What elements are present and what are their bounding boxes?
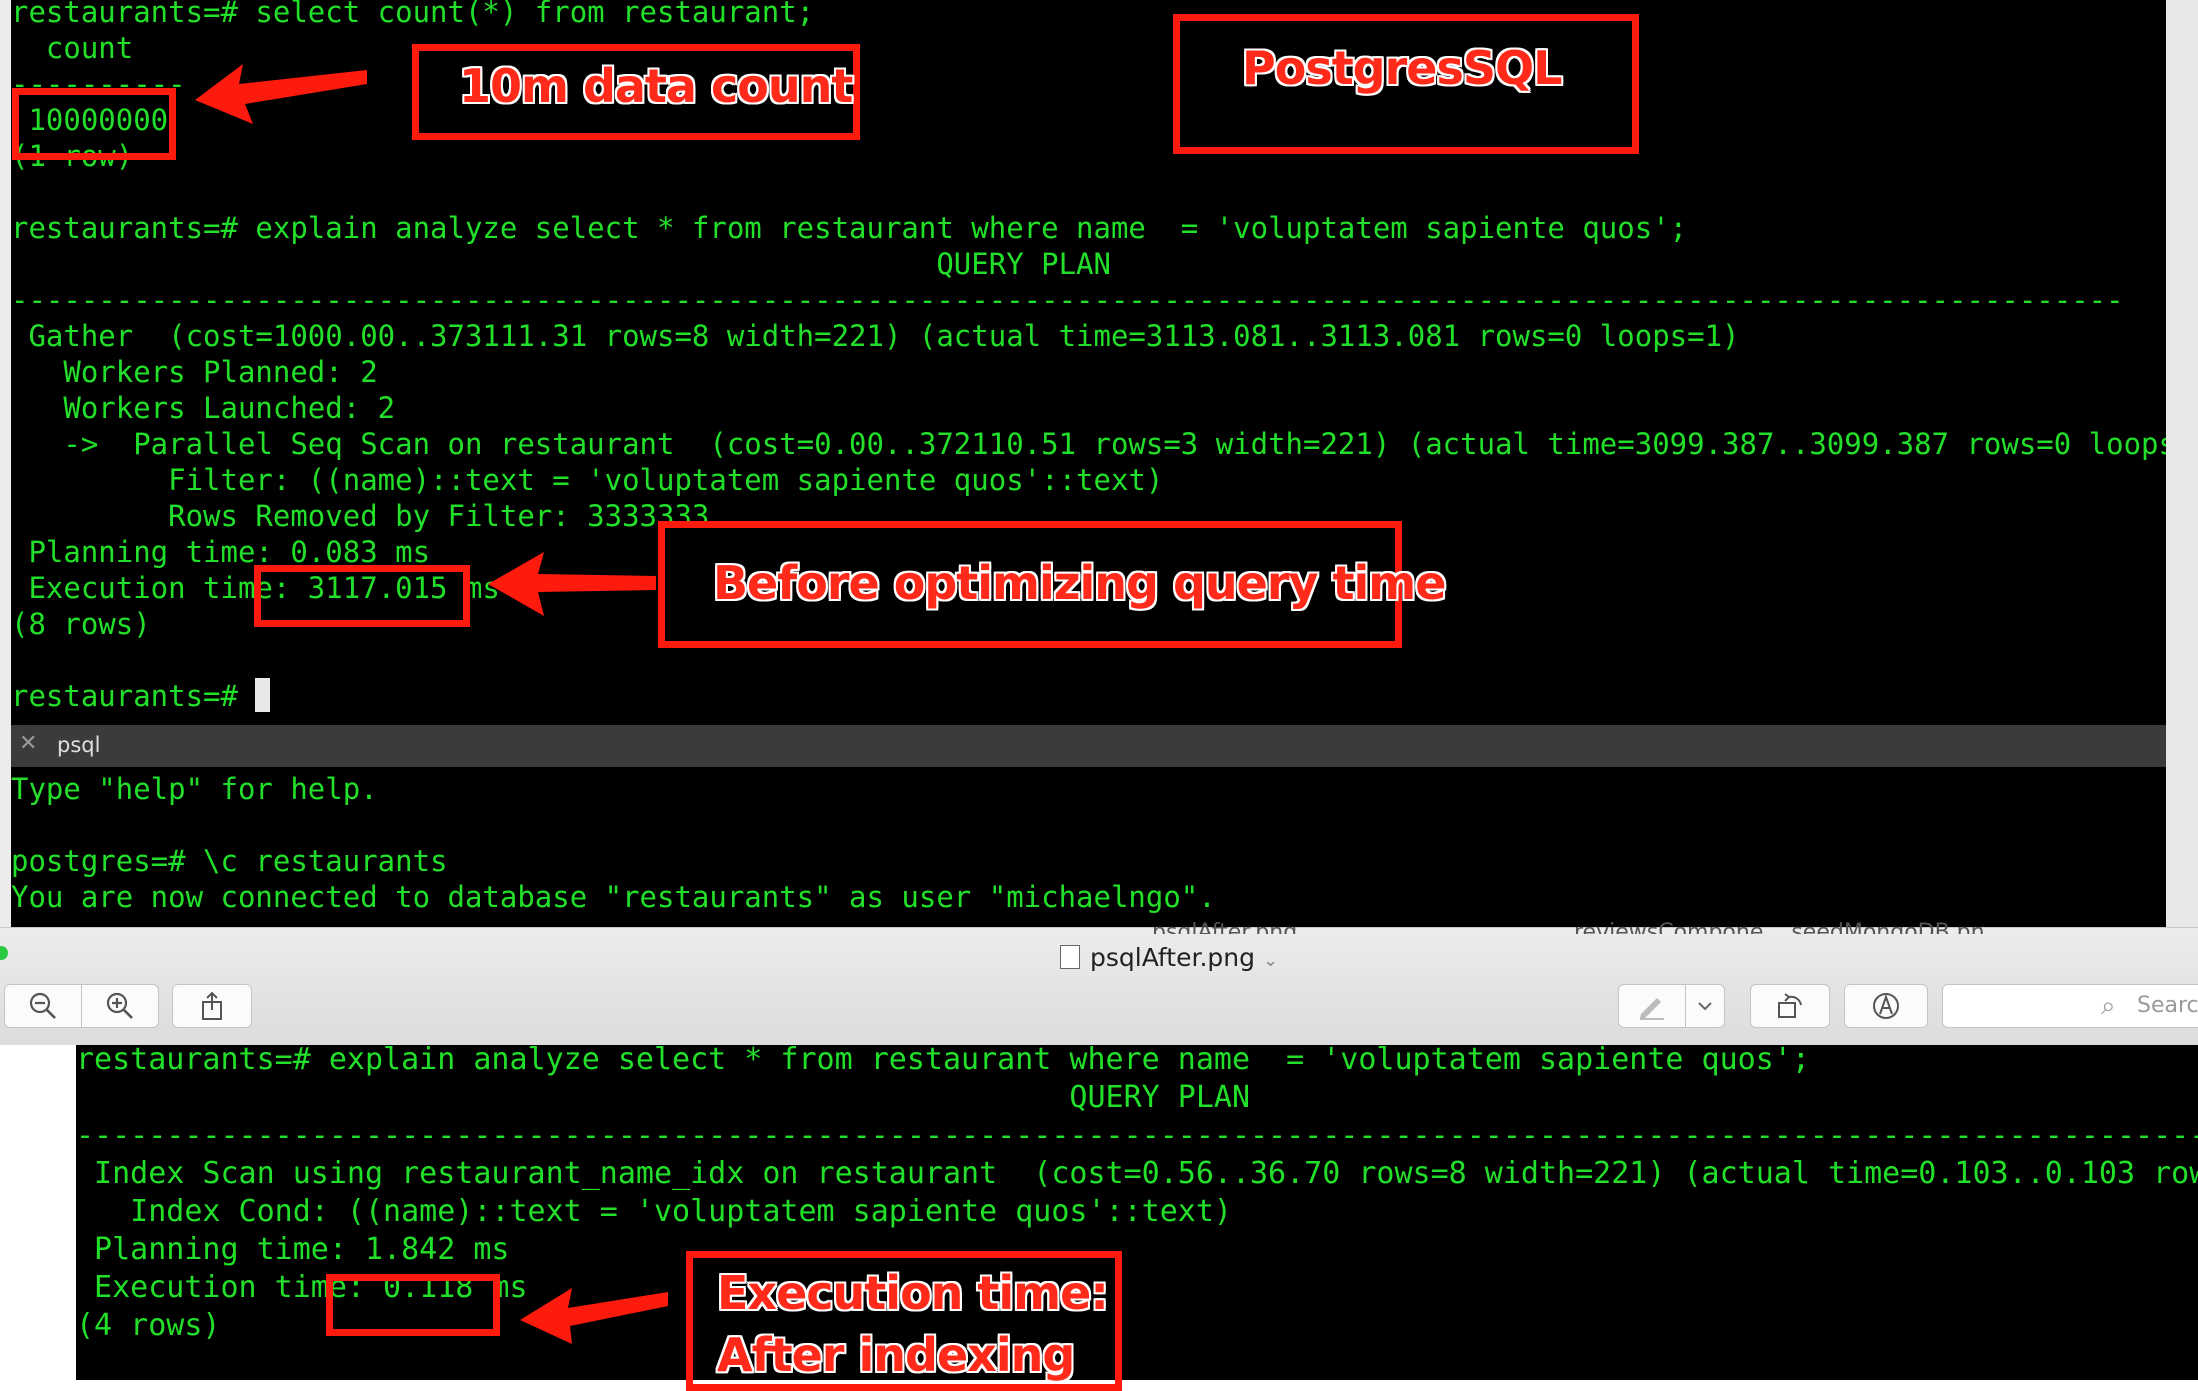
background-tab[interactable]: reviewsCompone... seedMongoDB.pn... silv… <box>1574 920 2198 934</box>
highlight-execution-after <box>326 1274 500 1336</box>
markup-menu-button[interactable] <box>1685 984 1725 1028</box>
terminal-line: (8 rows) <box>11 607 151 641</box>
window-edge-left <box>0 0 11 927</box>
terminal-line: Filter: ((name)::text = 'voluptatem sapi… <box>11 463 1164 497</box>
preview-window-titlebar: psqlAfter.png reviewsCompone... seedMong… <box>0 920 2198 1046</box>
window-title-text: psqlAfter.png <box>1090 943 1255 972</box>
window-zoom-button[interactable] <box>0 946 8 960</box>
annotation-box-data-count: 10m data count <box>412 44 860 140</box>
arrow-icon <box>520 1288 668 1344</box>
terminal-line: -> Parallel Seq Scan on restaurant (cost… <box>11 427 2166 461</box>
zoom-out-button[interactable] <box>4 984 82 1028</box>
highlight-count-value <box>12 88 176 160</box>
zoom-in-icon <box>106 992 133 1019</box>
terminal-line: Rows Removed by Filter: 3333333 <box>11 499 710 533</box>
annotation-data-count: 10m data count <box>459 59 853 113</box>
annotation-box-after: Execution time: After indexing <box>686 1251 1122 1391</box>
image-line: ----------------------------------------… <box>76 1118 2198 1153</box>
arrow-icon <box>488 552 656 616</box>
zoom-out-icon <box>29 992 56 1019</box>
arrow-icon <box>195 64 367 124</box>
chevron-down-icon: ⌄ <box>1262 950 1279 971</box>
image-line: Index Scan using restaurant_name_idx on … <box>76 1156 2198 1191</box>
terminal-line: Type "help" for help. <box>11 772 378 806</box>
terminal-line: count <box>11 31 134 65</box>
annotation-before: Before optimizing query time <box>713 556 1446 610</box>
image-line: (4 rows) <box>76 1308 221 1343</box>
chevron-down-icon <box>1698 1002 1712 1011</box>
tab-psql[interactable]: psql <box>57 733 100 757</box>
annotation-box-before: Before optimizing query time <box>658 521 1446 648</box>
rotate-icon <box>1778 993 1802 1018</box>
image-line: Planning time: 1.842 ms <box>76 1232 510 1267</box>
terminal-line: QUERY PLAN <box>11 247 1111 281</box>
terminal-line: Workers Planned: 2 <box>11 355 378 389</box>
terminal-line: ----------------------------------------… <box>11 283 2124 317</box>
terminal-line: restaurants=# select count(*) from resta… <box>11 0 815 29</box>
terminal-line: Gather (cost=1000.00..373111.31 rows=8 w… <box>11 319 1740 353</box>
document-icon <box>1060 945 1080 969</box>
annotation-after-line2: After indexing <box>717 1328 1075 1382</box>
terminal-line: Workers Launched: 2 <box>11 391 396 425</box>
annotation-box-postgres: PostgresSQL <box>1173 14 1639 154</box>
image-line: QUERY PLAN <box>76 1080 1250 1115</box>
annotation-after-line1: Execution time: <box>717 1266 1109 1320</box>
terminal-pane-bottom[interactable]: Type "help" for help. postgres=# \c rest… <box>11 767 2166 927</box>
window-edge-right <box>2166 0 2198 927</box>
annotate-icon <box>1873 993 1899 1019</box>
terminal-tab-bar: ✕ psql <box>11 725 2166 767</box>
search-icon: ⌕ <box>2101 991 2116 1021</box>
zoom-in-button[interactable] <box>81 984 159 1028</box>
terminal-prompt[interactable]: restaurants=# <box>11 678 271 714</box>
annotate-button[interactable] <box>1844 984 1928 1028</box>
highlight-execution-before <box>254 565 470 627</box>
markup-button[interactable] <box>1618 984 1686 1028</box>
rotate-button[interactable] <box>1750 984 1830 1028</box>
search-input[interactable]: ⌕ Search <box>1942 984 2198 1028</box>
text-cursor <box>255 678 271 712</box>
search-placeholder: Search <box>2137 993 2198 1018</box>
share-icon <box>202 991 222 1020</box>
share-button[interactable] <box>172 984 252 1028</box>
annotation-postgres: PostgresSQL <box>1242 41 1562 95</box>
markup-icon <box>1640 998 1664 1020</box>
terminal-line: postgres=# \c restaurants <box>11 844 448 878</box>
terminal-line: You are now connected to database "resta… <box>11 880 1216 914</box>
terminal-line: restaurants=# explain analyze select * f… <box>11 211 1688 245</box>
image-line: Index Cond: ((name)::text = 'voluptatem … <box>76 1194 1232 1229</box>
close-icon[interactable]: ✕ <box>19 731 37 756</box>
image-line: restaurants=# explain analyze select * f… <box>76 1045 1810 1077</box>
window-title[interactable]: psqlAfter.png ⌄ <box>1060 943 1278 972</box>
background-tab[interactable]: psqlAfter.png <box>1152 920 1312 934</box>
prompt-text: restaurants=# <box>11 679 256 713</box>
